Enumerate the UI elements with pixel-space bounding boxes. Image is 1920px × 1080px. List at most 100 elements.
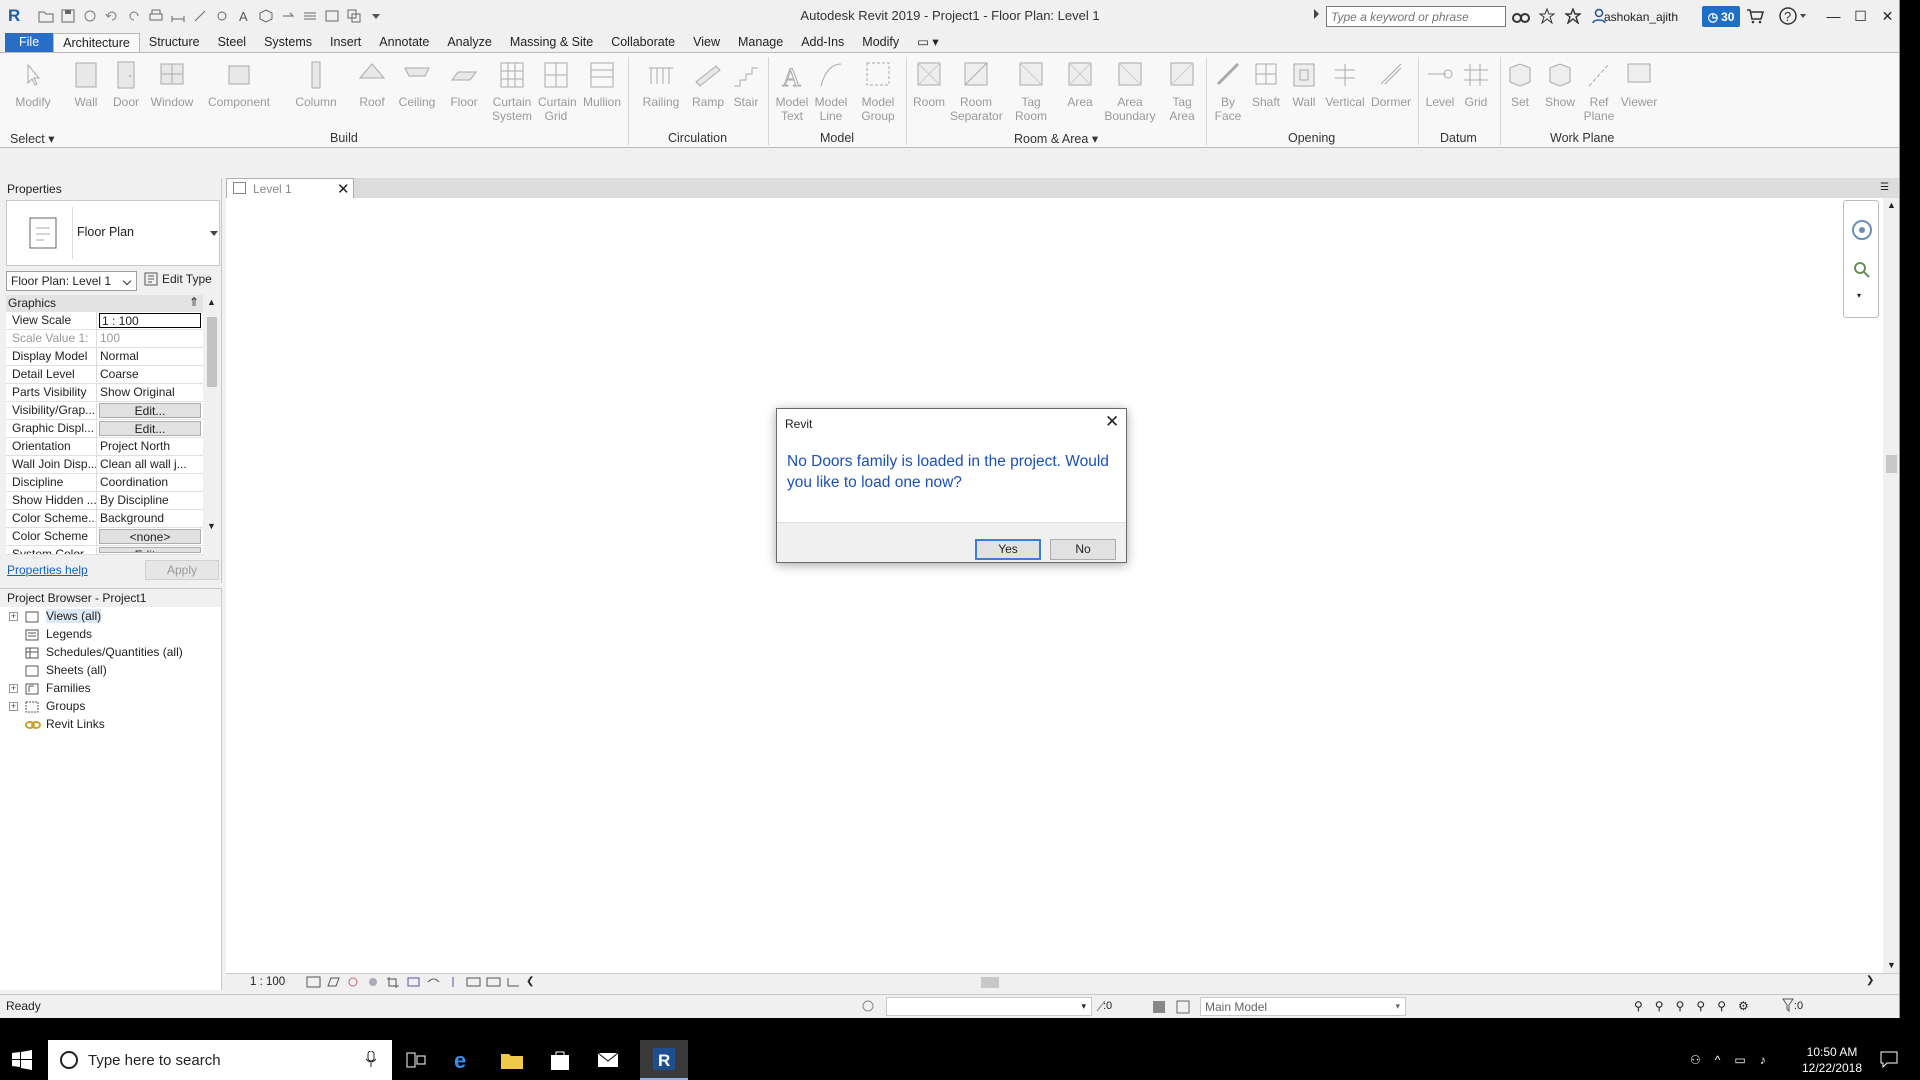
scroll-right-icon[interactable]: ❯ <box>1866 975 1874 986</box>
grid-button[interactable]: Grid <box>1460 59 1492 109</box>
railing-button[interactable]: Railing <box>638 59 684 109</box>
browser-item-revit-links[interactable]: Revit Links <box>0 715 221 733</box>
room-separator-button[interactable]: Room Separator <box>950 59 1003 123</box>
room-button[interactable]: Room <box>910 59 948 109</box>
property-row[interactable]: Discipline Coordination <box>6 474 203 492</box>
section-icon[interactable] <box>278 7 298 25</box>
set-button[interactable]: Set <box>1504 59 1536 109</box>
ramp-button[interactable]: Ramp <box>690 59 726 109</box>
maximize-icon[interactable]: ☐ <box>1847 0 1874 32</box>
revit-taskbar-icon[interactable]: R <box>640 1040 688 1080</box>
design-option-selector[interactable]: Main Model ▾ <box>1200 997 1406 1016</box>
select-by-face-icon[interactable]: ⚲ <box>1696 999 1705 1013</box>
reveal-hidden-icon[interactable] <box>466 976 481 988</box>
scroll-thumb[interactable] <box>207 317 217 387</box>
tab-file[interactable]: File <box>5 33 54 53</box>
shaft-button[interactable]: Shaft <box>1248 59 1284 109</box>
expand-icon[interactable]: + <box>9 702 18 711</box>
select-links-icon[interactable]: ⚲ <box>1634 999 1643 1013</box>
nav-dropdown-icon[interactable]: ▾ <box>1857 291 1861 300</box>
column-button[interactable]: Column <box>292 59 340 109</box>
properties-help-link[interactable]: Properties help <box>7 563 88 577</box>
temporary-hide-icon[interactable] <box>446 976 461 988</box>
show-hidden-icons-icon[interactable]: ^ <box>1715 1053 1721 1067</box>
model-text-button[interactable]: A Model Text <box>774 59 810 124</box>
minimize-icon[interactable]: — <box>1820 0 1847 32</box>
tab-add-ins[interactable]: Add-Ins <box>792 33 853 53</box>
view-scale-field[interactable]: 1 : 100 <box>99 313 201 328</box>
tab-steel[interactable]: Steel <box>209 33 256 53</box>
roof-button[interactable]: Roof <box>356 59 388 109</box>
edit-button[interactable]: Edit... <box>99 403 201 418</box>
expand-icon[interactable]: + <box>9 684 18 693</box>
tab-manage[interactable]: Manage <box>729 33 792 53</box>
help-search-input[interactable] <box>1326 6 1506 27</box>
close-icon[interactable]: ✕ <box>1874 0 1899 32</box>
area-button[interactable]: Area <box>1062 59 1098 109</box>
browser-item-groups[interactable]: + Groups <box>0 697 221 715</box>
tab-systems[interactable]: Systems <box>255 33 321 53</box>
view-tabs-menu-icon[interactable]: ☰ <box>1880 182 1889 193</box>
scroll-up-icon[interactable]: ▲ <box>1887 200 1896 210</box>
panel-select[interactable]: Select ▾ <box>10 131 55 146</box>
type-selector[interactable]: Floor Plan <box>6 200 220 266</box>
switch-windows-icon[interactable] <box>344 7 364 25</box>
scroll-down-icon[interactable]: ▼ <box>1887 960 1896 970</box>
user-name[interactable]: ashokan_ajith <box>1604 10 1678 24</box>
tag-area-button[interactable]: Tag Area <box>1164 59 1200 123</box>
search-expand-icon[interactable] <box>1314 9 1319 19</box>
close-icon[interactable]: ✕ <box>1105 412 1119 432</box>
shadows-icon[interactable] <box>366 976 381 988</box>
volume-icon[interactable]: ♪ <box>1760 1053 1766 1067</box>
floor-button[interactable]: Floor <box>446 59 482 109</box>
file-explorer-icon[interactable] <box>488 1040 536 1080</box>
viewer-button[interactable]: Viewer <box>1618 59 1660 109</box>
property-row[interactable]: Wall Join Disp... Clean all wall j... <box>6 456 203 474</box>
edit-button[interactable]: Edit... <box>99 421 201 436</box>
microphone-icon[interactable] <box>365 1050 377 1067</box>
tab-structure[interactable]: Structure <box>140 33 209 53</box>
edge-browser-icon[interactable]: e <box>440 1040 488 1080</box>
view-vertical-scrollbar[interactable]: ▲ ▼ <box>1883 198 1899 973</box>
yes-button[interactable]: Yes <box>975 539 1041 560</box>
drag-elements-icon[interactable]: ⚲ <box>1717 999 1726 1013</box>
component-button[interactable]: Component <box>206 59 272 109</box>
tab-analyze[interactable]: Analyze <box>438 33 500 53</box>
model-group-button[interactable]: Model Group <box>858 59 898 123</box>
tab-insert[interactable]: Insert <box>321 33 370 53</box>
color-scheme-button[interactable]: <none> <box>99 529 201 544</box>
tab-collaborate[interactable]: Collaborate <box>602 33 684 53</box>
by-face-button[interactable]: By Face <box>1210 59 1246 123</box>
close-tab-icon[interactable]: ✕ <box>337 180 350 198</box>
ribbon-toggle-icon[interactable]: ▭ ▾ <box>908 33 948 53</box>
lock-3d-icon[interactable] <box>426 976 441 988</box>
model-line-button[interactable]: Model Line <box>812 59 850 123</box>
browser-item-schedules[interactable]: Schedules/Quantities (all) <box>0 643 221 661</box>
instance-selector[interactable]: Floor Plan: Level 1 <box>6 271 137 291</box>
no-button[interactable]: No <box>1050 539 1116 560</box>
horizontal-scroll-thumb[interactable] <box>981 977 999 988</box>
crop-view-icon[interactable] <box>386 976 401 988</box>
worksets-icon[interactable] <box>860 999 876 1016</box>
visual-style-icon[interactable] <box>326 976 341 988</box>
property-row[interactable]: Color Scheme... Background <box>6 510 203 528</box>
property-row[interactable]: Detail Level Coarse <box>6 366 203 384</box>
property-row[interactable]: Display Model Normal <box>6 348 203 366</box>
revit-logo-icon[interactable]: R <box>8 6 26 26</box>
windows-start-icon[interactable] <box>12 1050 32 1070</box>
chevron-down-icon[interactable] <box>210 231 218 236</box>
area-boundary-button[interactable]: Area Boundary <box>1100 59 1160 123</box>
filter-icon[interactable] <box>1782 998 1794 1015</box>
taskbar-clock[interactable]: 10:50 AM 12/22/2018 <box>1800 1044 1864 1076</box>
cart-icon[interactable] <box>1746 8 1764 27</box>
browser-item-legends[interactable]: Legends <box>0 625 221 643</box>
sync-icon[interactable] <box>80 7 100 25</box>
scroll-down-icon[interactable]: ▼ <box>207 521 216 531</box>
scroll-up-icon[interactable]: ▲ <box>207 297 216 307</box>
zoom-region-icon[interactable] <box>1853 261 1871 282</box>
open-icon[interactable] <box>36 7 56 25</box>
dormer-button[interactable]: Dormer <box>1368 59 1414 109</box>
apply-button[interactable]: Apply <box>145 560 219 580</box>
browser-item-families[interactable]: + Families <box>0 679 221 697</box>
save-icon[interactable] <box>58 7 78 25</box>
